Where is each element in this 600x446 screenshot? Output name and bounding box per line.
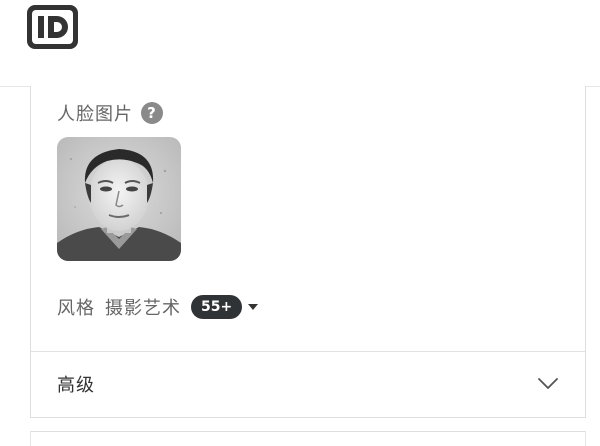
style-selector[interactable]: 风格 摄影艺术 55+ [57,294,259,320]
style-value: 摄影艺术 [105,298,181,319]
next-panel-edge [30,431,586,446]
face-image-label-row: 人脸图片 ? [57,100,163,126]
face-image-thumbnail[interactable] [57,137,181,261]
caret-down-icon[interactable] [248,304,259,310]
advanced-section-toggle[interactable]: 高级 [31,352,585,416]
style-count-badge: 55+ [191,295,243,319]
settings-panel: 人脸图片 ? 风格 摄影艺术 55+ 高级 [30,86,586,418]
face-image-label: 人脸图片 [57,104,133,125]
id-logo-icon[interactable] [25,3,80,51]
chevron-down-icon[interactable] [537,377,559,391]
advanced-label: 高级 [57,375,95,396]
top-bar [0,0,600,87]
style-label: 风格 [57,298,95,319]
help-icon[interactable]: ? [141,102,163,124]
